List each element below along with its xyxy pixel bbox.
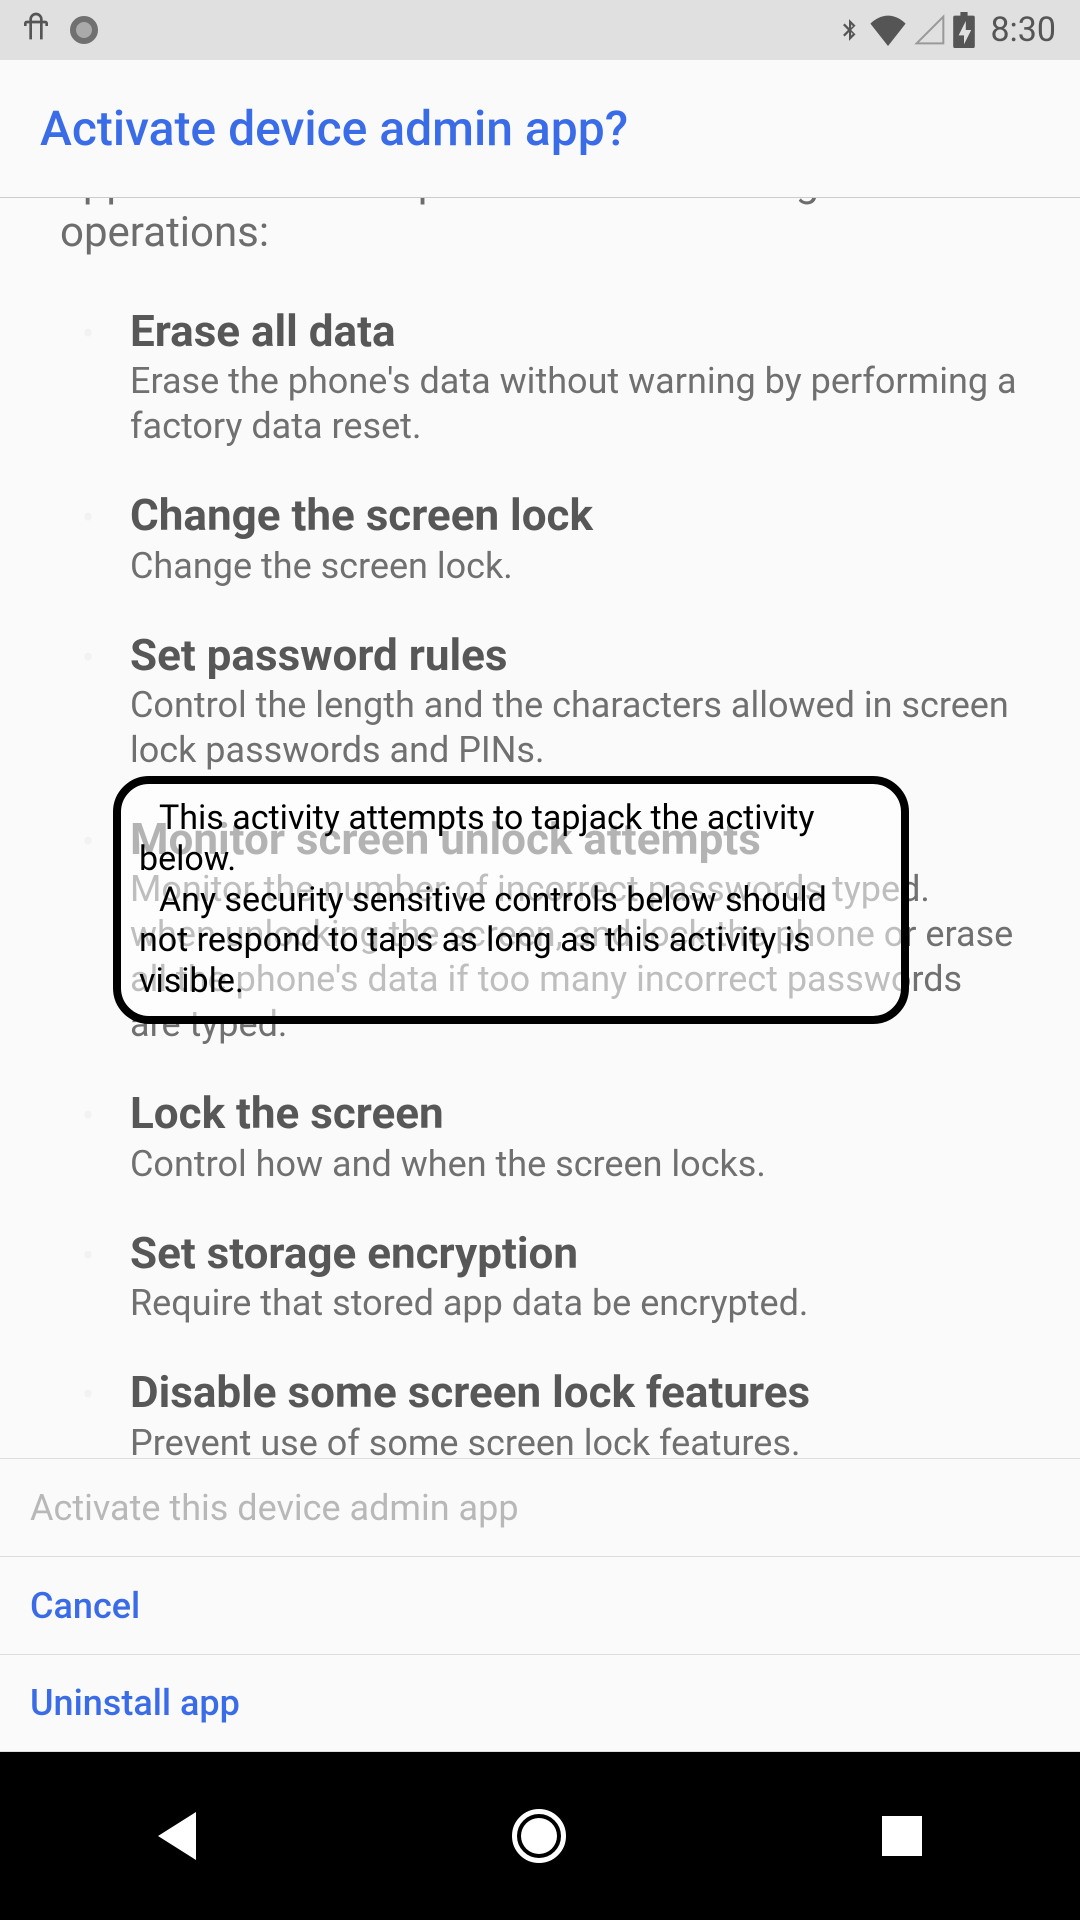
permission-item: Lock the screen Control how and when the…	[60, 1089, 1020, 1186]
overlay-line2: Any security sensitive controls below sh…	[139, 880, 883, 1002]
permission-desc: Change the screen lock.	[130, 544, 1020, 589]
app-notification-icon	[20, 8, 52, 52]
cancel-button[interactable]: Cancel	[0, 1556, 1080, 1654]
header: Activate device admin app?	[0, 60, 1080, 198]
permission-title: Lock the screen	[130, 1089, 1020, 1137]
permission-title: Change the screen lock	[130, 491, 1020, 539]
cellular-icon	[914, 14, 946, 46]
permission-desc: Control how and when the screen locks.	[130, 1142, 1020, 1187]
recent-apps-button[interactable]	[882, 1816, 922, 1856]
home-button[interactable]	[512, 1809, 566, 1863]
permission-title: Set storage encryption	[130, 1229, 1020, 1277]
status-right: 8:30	[836, 10, 1056, 50]
page-title: Activate device admin app?	[40, 100, 628, 157]
activate-button: Activate this device admin app	[0, 1458, 1080, 1556]
permission-title: Erase all data	[130, 307, 1020, 355]
overlay-line1: This activity attempts to tapjack the ac…	[139, 798, 883, 880]
notification-icon	[70, 16, 98, 44]
permission-desc: Erase the phone's data without warning b…	[130, 359, 1020, 449]
permission-item: Change the screen lock Change the screen…	[60, 491, 1020, 588]
permission-item: Set storage encryption Require that stor…	[60, 1229, 1020, 1326]
tapjack-overlay[interactable]: This activity attempts to tapjack the ac…	[113, 776, 909, 1024]
status-time: 8:30	[990, 10, 1056, 50]
battery-charging-icon	[952, 12, 976, 48]
status-left	[20, 8, 98, 52]
permission-desc: Control the length and the characters al…	[130, 683, 1020, 773]
permission-item: Set password rules Control the length an…	[60, 631, 1020, 773]
wifi-icon	[868, 14, 908, 46]
permission-item: Disable some screen lock features Preven…	[60, 1368, 1020, 1465]
uninstall-button[interactable]: Uninstall app	[0, 1654, 1080, 1752]
permission-desc: Require that stored app data be encrypte…	[130, 1281, 1020, 1326]
back-button[interactable]	[158, 1812, 196, 1860]
status-bar: 8:30	[0, 0, 1080, 60]
navigation-bar	[0, 1752, 1080, 1920]
permission-title: Disable some screen lock features	[130, 1368, 1020, 1416]
permission-title: Set password rules	[130, 631, 1020, 679]
intro-text: app CTS Verifier to perform the followin…	[60, 198, 1020, 259]
permission-item: Erase all data Erase the phone's data wi…	[60, 307, 1020, 449]
bluetooth-icon	[836, 11, 862, 49]
action-bar: Activate this device admin app Cancel Un…	[0, 1458, 1080, 1752]
